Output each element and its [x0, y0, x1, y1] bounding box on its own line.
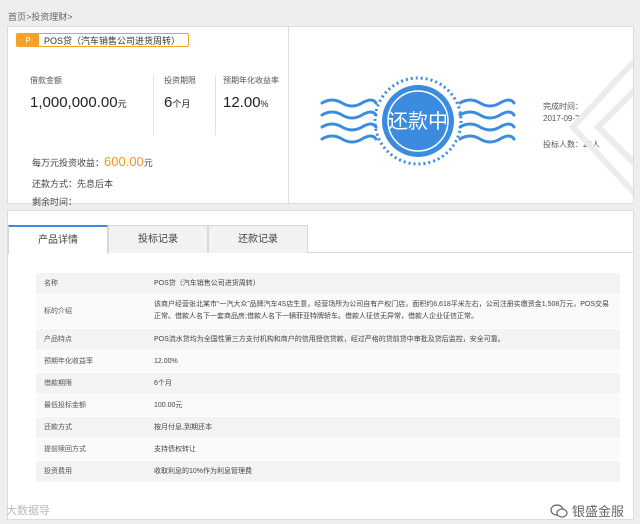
- tab-bid-records[interactable]: 投标记录: [108, 225, 208, 253]
- detail-value: 该商户经营张北某市“一汽大众”品牌汽车4S店生意，经营场所为公司自有产权门店，面…: [146, 294, 620, 329]
- breadcrumb-home-link[interactable]: 首页: [8, 12, 26, 22]
- detail-table: 名称 POS贷（汽车销售公司进货周转） 标的介绍 该商户经营张北某市“一汽大众”品牌…: [36, 273, 620, 483]
- product-title-tag: P POS贷（汽车销售公司进货周转）: [16, 33, 190, 47]
- wechat-icon: [550, 503, 568, 518]
- watermark-right: 银盛金服: [550, 501, 624, 520]
- stat-term: 投资期限 6个月: [164, 75, 196, 111]
- earnings-label: 每万元投资收益：: [32, 158, 105, 168]
- table-row: 最低投标金额 100.00元: [36, 394, 620, 417]
- detail-value: 12.00%: [146, 350, 620, 373]
- term-label: 投资期限: [164, 76, 196, 85]
- breadcrumb-current-link[interactable]: 投资理财: [31, 12, 67, 22]
- detail-value: 收取利息的10%作为利息管理费: [146, 460, 620, 483]
- stamp-icon: 还款中: [320, 76, 516, 166]
- stamp-text: 还款中: [388, 109, 448, 133]
- product-summary-card: P POS贷（汽车销售公司进货周转） 借款金额 1,000,000.00元 投资…: [7, 26, 634, 207]
- earnings-unit: 元: [143, 158, 153, 168]
- table-row: 标的介绍 该商户经营张北某市“一汽大众”品牌汽车4S店生意，经营场所为公司自有产权…: [36, 294, 620, 329]
- table-row: 预期年化收益率 12.00%: [36, 350, 620, 373]
- detail-key: 提前赎回方式: [36, 438, 146, 461]
- table-row: 产品特点 POS流水贷均为全国性第三方支付机构和商户的信用授信贷款，经过严格的贷前…: [36, 328, 620, 351]
- earnings-amount: 600.00: [104, 154, 144, 169]
- product-summary-left: P POS贷（汽车销售公司进货周转） 借款金额 1,000,000.00元 投资…: [8, 27, 289, 207]
- detail-key: 投资费用: [36, 460, 146, 483]
- detail-key: 预期年化收益率: [36, 350, 146, 373]
- detail-value: POS贷（汽车销售公司进货周转）: [146, 273, 620, 295]
- breadcrumb-trail: >: [67, 12, 73, 22]
- product-type-badge: P: [17, 34, 39, 46]
- rate-label: 预期年化收益率: [223, 76, 279, 85]
- chevron-decoration-icon: [568, 57, 633, 197]
- product-title: POS贷（汽车销售公司进货周转）: [44, 35, 181, 46]
- watermark-right-text: 银盛金服: [571, 504, 624, 519]
- earnings-per-10k: 每万元投资收益：600.00元: [32, 154, 153, 169]
- stat-rate: 预期年化收益率 12.00%: [223, 75, 279, 111]
- amount-value: 1,000,000.00: [30, 94, 118, 111]
- detail-key: 还款方式: [36, 416, 146, 439]
- amount-unit: 元: [117, 99, 127, 109]
- repaying-stamp: 还款中: [318, 65, 518, 175]
- stat-divider: [215, 75, 216, 135]
- table-row: 投资费用 收取利息的10%作为利息管理费: [36, 460, 620, 483]
- stat-amount: 借款金额 1,000,000.00元: [30, 75, 127, 111]
- breadcrumb: 首页>投资理财>: [8, 10, 73, 23]
- detail-value: 支持债权转让: [146, 438, 620, 461]
- detail-value: POS流水贷均为全国性第三方支付机构和商户的信用授信贷款，经过严格的贷前贷中审批…: [146, 328, 620, 351]
- table-row: 提前赎回方式 支持债权转让: [36, 438, 620, 461]
- detail-key: 产品特点: [36, 328, 146, 351]
- tab-product-detail[interactable]: 产品详情: [8, 225, 108, 254]
- amount-label: 借款金额: [30, 76, 62, 85]
- table-row: 还款方式 按月付息,到期还本: [36, 416, 620, 439]
- term-unit: 个月: [172, 99, 191, 109]
- tab-repayment-records[interactable]: 还款记录: [208, 225, 308, 253]
- stat-divider: [153, 75, 154, 135]
- detail-key: 标的介绍: [36, 294, 146, 329]
- detail-key: 最低投标金额: [36, 394, 146, 417]
- rate-value: 12.00: [223, 94, 261, 111]
- watermark-left: 大数据导: [6, 502, 50, 518]
- detail-key: 借款期限: [36, 372, 146, 395]
- detail-tabs: 产品详情 投标记录 还款记录: [8, 225, 633, 254]
- detail-value: 6个月: [146, 372, 620, 395]
- detail-value: 按月付息,到期还本: [146, 416, 620, 439]
- rate-unit: %: [260, 99, 269, 109]
- product-detail-card: 产品详情 投标记录 还款记录 名称 POS贷（汽车销售公司进货周转） 标的介绍 该商…: [7, 210, 634, 520]
- watermark-left-text: 大数据导: [6, 505, 50, 517]
- remaining-time: 剩余时间：: [32, 197, 78, 207]
- detail-key: 名称: [36, 273, 146, 295]
- repay-method: 还款方式：先息后本: [32, 179, 114, 189]
- detail-value: 100.00元: [146, 394, 620, 417]
- table-row: 借款期限 6个月: [36, 372, 620, 395]
- table-row: 名称 POS贷（汽车销售公司进货周转）: [36, 273, 620, 295]
